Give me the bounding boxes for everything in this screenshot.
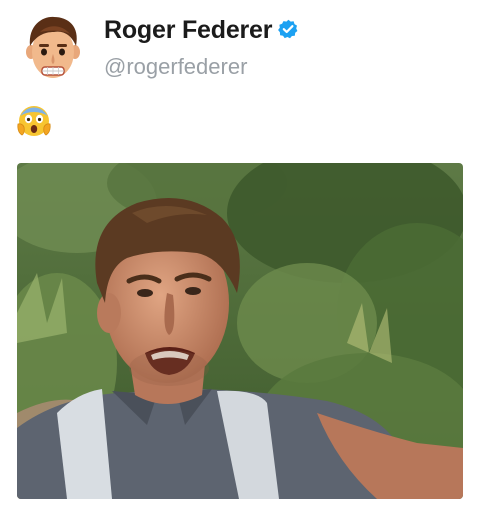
avatar[interactable] [20,12,86,82]
tweet-photo[interactable] [17,163,463,499]
tweet-card: Roger Federer @rogerfederer [0,0,480,512]
display-name[interactable]: Roger Federer [104,16,272,45]
man-face-emoji-icon [26,16,80,78]
author-name-row[interactable]: Roger Federer [104,16,298,45]
verified-badge-icon [278,19,298,39]
selfie-photo-image [17,163,463,499]
screaming-in-fear-emoji-icon [16,102,52,138]
author-handle[interactable]: @rogerfederer [104,54,247,80]
